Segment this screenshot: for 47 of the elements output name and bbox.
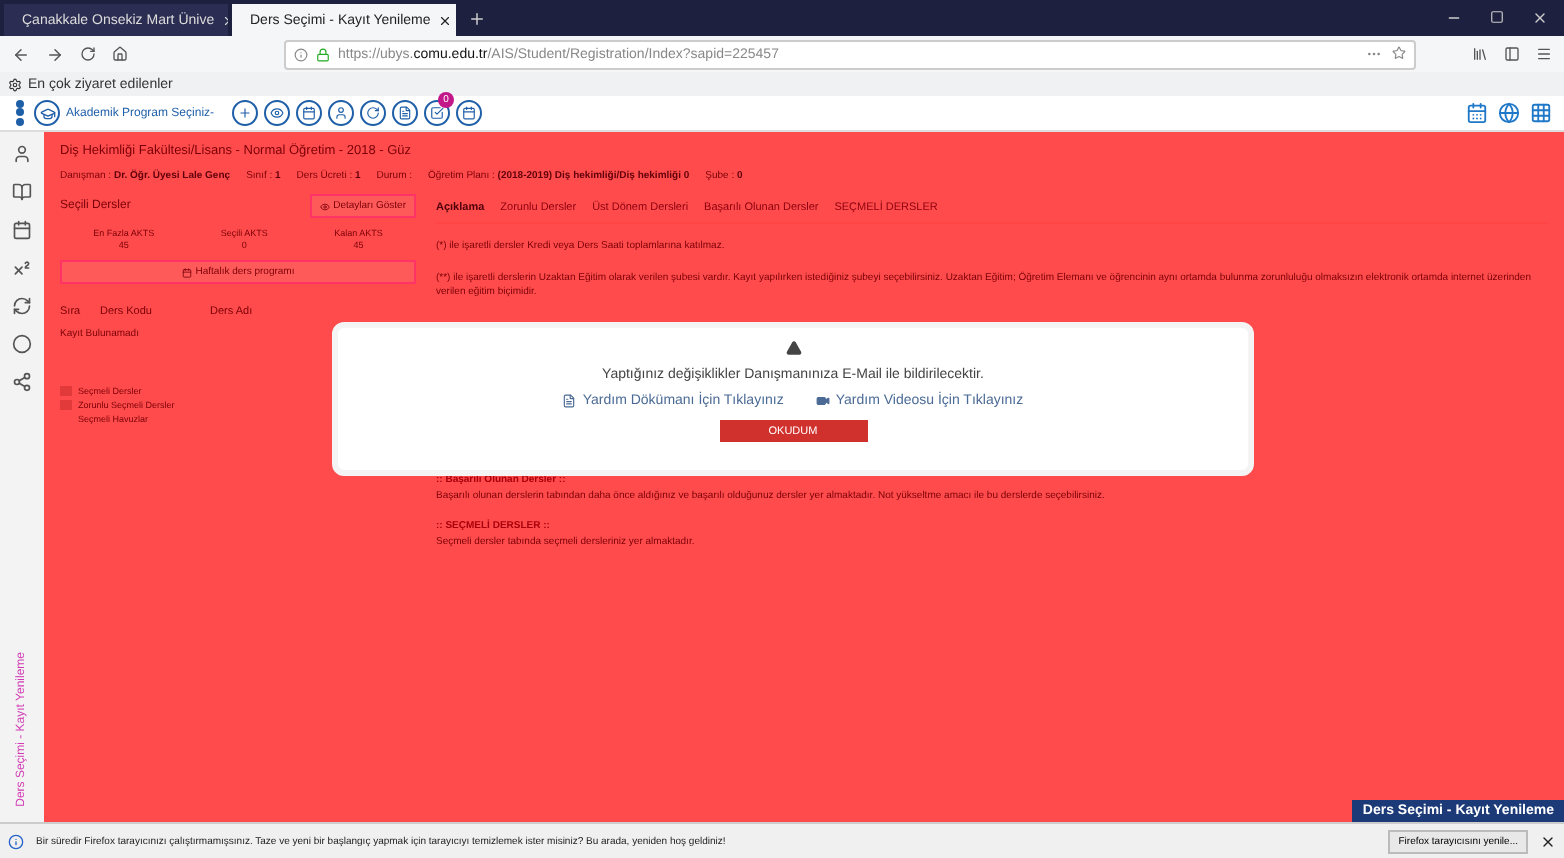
home-icon[interactable] bbox=[112, 46, 128, 62]
calendar-icon bbox=[181, 267, 192, 277]
globe-icon[interactable] bbox=[1498, 102, 1520, 124]
forward-icon[interactable] bbox=[46, 45, 64, 63]
refresh-icon bbox=[366, 106, 381, 120]
toolbar-button[interactable] bbox=[296, 100, 323, 126]
graduation-cap-icon bbox=[39, 105, 55, 121]
toolbar-button[interactable] bbox=[232, 100, 259, 126]
new-tab-icon[interactable] bbox=[468, 9, 486, 27]
checkbox-icon bbox=[430, 106, 445, 120]
gear-icon bbox=[8, 77, 22, 91]
plus-icon bbox=[238, 106, 253, 120]
library-icon[interactable] bbox=[1472, 46, 1488, 62]
calendar-icon bbox=[462, 106, 477, 120]
star-icon[interactable] bbox=[1392, 46, 1406, 60]
sidebar-icon[interactable] bbox=[12, 220, 32, 240]
document-icon bbox=[398, 106, 413, 120]
restore-icon[interactable] bbox=[1490, 10, 1504, 24]
app-logo[interactable] bbox=[12, 99, 28, 127]
calendar-icon[interactable] bbox=[1466, 102, 1488, 124]
sidebar-icon[interactable] bbox=[12, 334, 32, 354]
sidebar-icon[interactable] bbox=[12, 372, 32, 392]
graduation-cap-button[interactable] bbox=[34, 100, 60, 126]
lock-icon bbox=[316, 47, 330, 61]
toolbar-button[interactable] bbox=[328, 100, 355, 126]
info-icon bbox=[294, 47, 308, 61]
eye-icon bbox=[270, 106, 285, 120]
calendar-icon bbox=[302, 106, 317, 120]
back-icon[interactable] bbox=[12, 45, 30, 63]
toolbar-button[interactable] bbox=[392, 100, 419, 126]
warning-icon bbox=[785, 340, 801, 356]
video-camera-icon bbox=[815, 394, 830, 408]
info-icon bbox=[8, 833, 24, 849]
toolbar-button[interactable] bbox=[264, 100, 291, 126]
toolbar-button[interactable] bbox=[360, 100, 387, 126]
menu-icon[interactable] bbox=[1536, 46, 1552, 62]
sidebar-icon[interactable] bbox=[1504, 46, 1520, 62]
sidebar-icon[interactable] bbox=[12, 296, 32, 316]
eye-icon bbox=[319, 201, 330, 211]
grid-icon[interactable] bbox=[1530, 102, 1552, 124]
sidebar-icon[interactable] bbox=[12, 144, 32, 164]
document-icon bbox=[562, 394, 577, 408]
sidebar-icon[interactable] bbox=[12, 258, 32, 278]
user-icon bbox=[334, 106, 349, 120]
sidebar-icon[interactable] bbox=[12, 182, 32, 202]
reload-icon[interactable] bbox=[80, 46, 96, 62]
toolbar-button[interactable] bbox=[456, 100, 483, 126]
